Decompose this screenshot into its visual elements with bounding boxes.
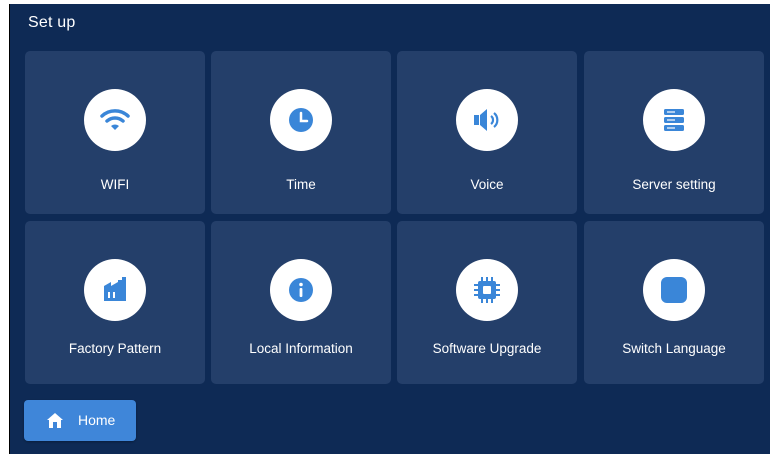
wifi-icon [84, 89, 146, 151]
tile-factory-pattern[interactable]: Factory Pattern [25, 221, 205, 384]
info-icon [270, 259, 332, 321]
tile-software-upgrade[interactable]: Software Upgrade [397, 221, 577, 384]
tile-label: Software Upgrade [432, 341, 542, 356]
clock-icon [270, 89, 332, 151]
tile-wifi[interactable]: WIFI [25, 51, 205, 214]
tile-label: Voice [470, 177, 504, 192]
tile-label: Switch Language [622, 341, 726, 356]
speaker-icon [456, 89, 518, 151]
home-label: Home [78, 412, 116, 428]
tile-label: Server setting [632, 177, 716, 192]
server-icon [643, 89, 705, 151]
home-icon [47, 413, 63, 428]
factory-icon [84, 259, 146, 321]
chip-icon [456, 259, 518, 321]
tile-label: Local Information [249, 341, 353, 356]
tile-time[interactable]: Time [211, 51, 391, 214]
tile-voice[interactable]: Voice [397, 51, 577, 214]
settings-screen: Set up WIFI Time Voice Server setting Fa… [10, 4, 770, 454]
square-icon [643, 259, 705, 321]
tile-label: Factory Pattern [68, 341, 162, 356]
tile-local-information[interactable]: Local Information [211, 221, 391, 384]
home-button[interactable]: Home [24, 400, 136, 441]
tile-label: WIFI [100, 177, 130, 192]
page-title: Set up [28, 14, 76, 31]
tile-switch-language[interactable]: Switch Language [584, 221, 764, 384]
tile-server-setting[interactable]: Server setting [584, 51, 764, 214]
tile-label: Time [286, 177, 316, 192]
